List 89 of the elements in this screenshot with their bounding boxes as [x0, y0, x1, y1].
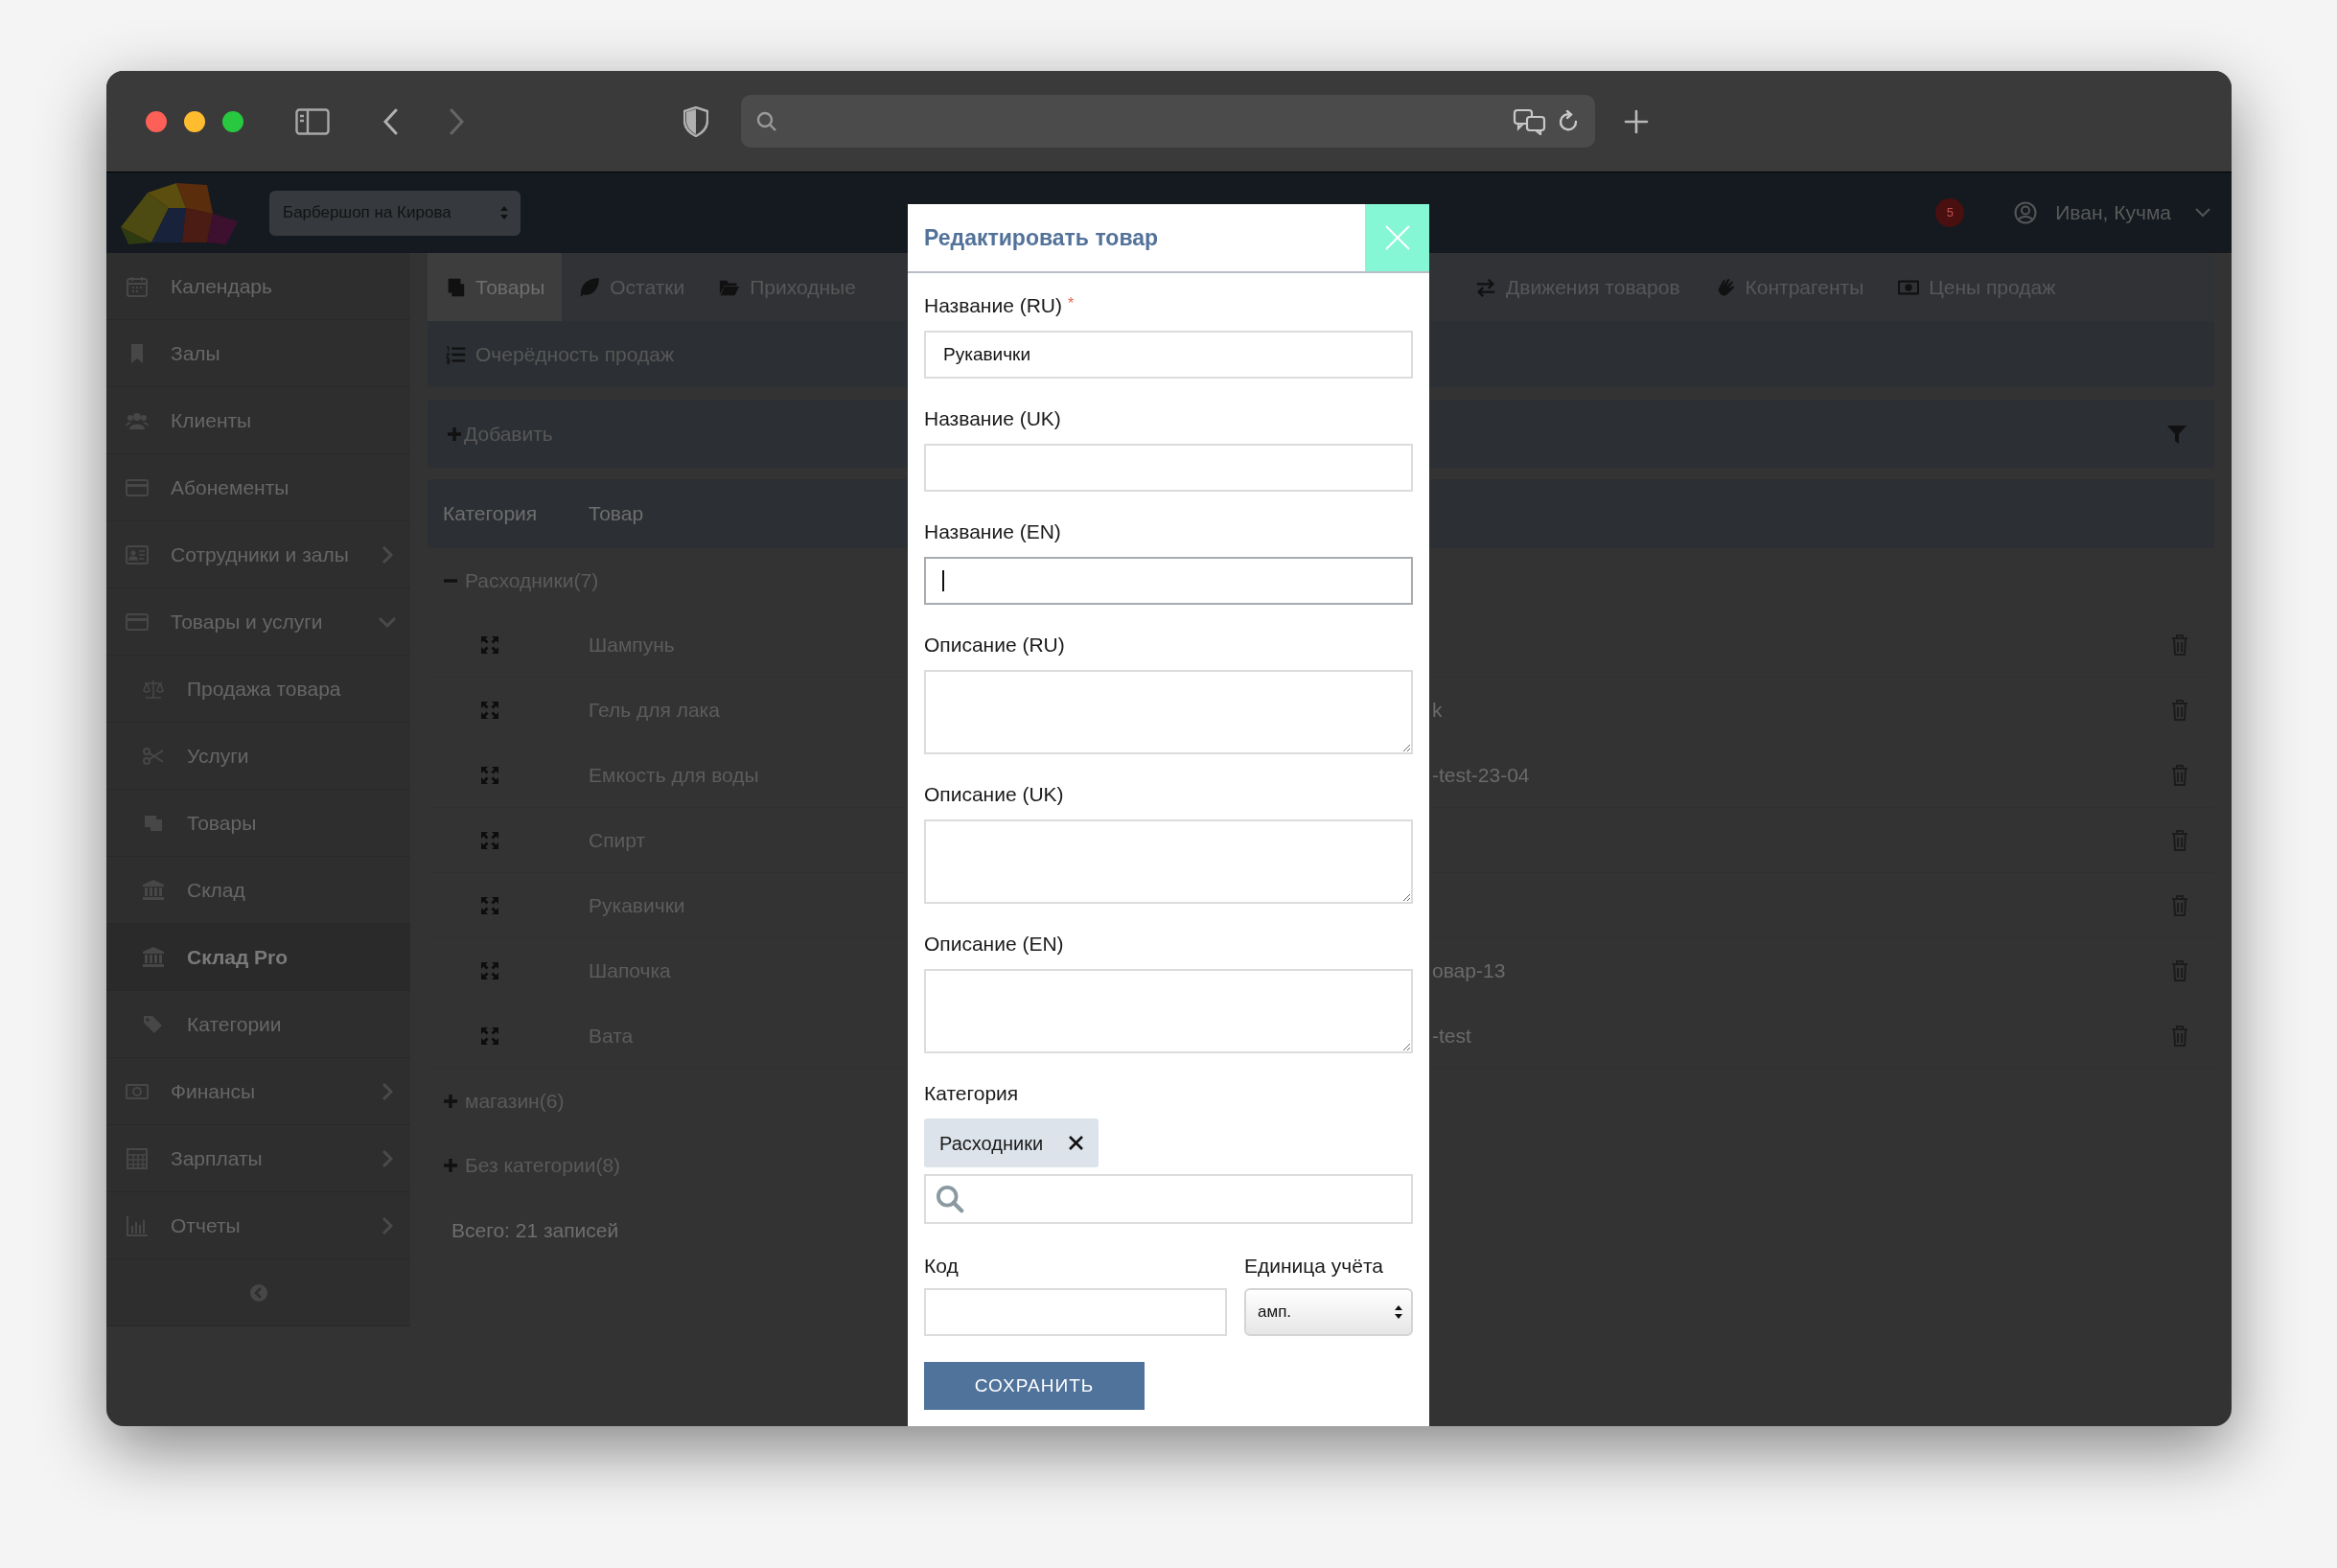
- sidebar-item[interactable]: Клиенты: [106, 387, 410, 454]
- column-header: Товар: [589, 501, 644, 527]
- sidebar-item[interactable]: Календарь: [106, 253, 410, 320]
- sidebar-item[interactable]: Товары и услуги: [106, 588, 410, 656]
- dialog-title: Редактировать товар: [923, 223, 1159, 252]
- save-button[interactable]: СОХРАНИТЬ: [924, 1362, 1145, 1410]
- maximize-window-button[interactable]: [222, 110, 243, 132]
- field-label: Название (EN): [924, 519, 1061, 545]
- close-button[interactable]: [1365, 204, 1429, 271]
- calculator-icon: [126, 1146, 149, 1170]
- field-label: Категория: [924, 1081, 1019, 1107]
- back-icon[interactable]: [382, 107, 398, 135]
- field-label: Описание (RU): [924, 633, 1065, 658]
- leaf-icon: [579, 276, 601, 298]
- sidebar-item[interactable]: Зарплаты: [106, 1125, 410, 1192]
- plus-icon: [447, 426, 462, 442]
- sidebar-item[interactable]: Сотрудники и залы: [106, 521, 410, 588]
- sidebar-item[interactable]: Услуги: [106, 723, 410, 790]
- text-area[interactable]: [924, 969, 1413, 1053]
- move-arrows-icon[interactable]: [480, 1026, 499, 1046]
- remove-icon[interactable]: [1069, 1136, 1084, 1150]
- new-tab-icon[interactable]: [1624, 108, 1649, 134]
- chevron-circle-icon[interactable]: [248, 1282, 268, 1303]
- trash-icon[interactable]: [2170, 828, 2189, 852]
- text-area[interactable]: [924, 670, 1413, 754]
- field-label: Название (RU): [924, 293, 1062, 319]
- field-label: Единица учёта: [1244, 1254, 1385, 1278]
- minimize-window-button[interactable]: [184, 110, 205, 132]
- close-icon: [1384, 225, 1410, 250]
- sidebar-item[interactable]: Склад Pro: [106, 924, 410, 991]
- forward-icon[interactable]: [450, 107, 465, 135]
- sidebar-item[interactable]: Финансы: [106, 1058, 410, 1125]
- bank-icon: [142, 945, 165, 969]
- trash-icon[interactable]: [2170, 698, 2189, 722]
- sidebar-item[interactable]: Товары: [106, 790, 410, 857]
- unit-select[interactable]: амп.: [1244, 1288, 1413, 1336]
- plus-icon[interactable]: [443, 1093, 458, 1109]
- code-field[interactable]: [924, 1288, 1227, 1336]
- column-header: Категория: [443, 501, 539, 527]
- sidebar-item[interactable]: Продажа товара: [106, 656, 410, 723]
- trash-icon[interactable]: [2170, 1024, 2189, 1048]
- text-field[interactable]: [924, 444, 1413, 492]
- bar-chart-icon: [126, 1213, 149, 1237]
- filter-icon[interactable]: [2166, 423, 2187, 445]
- close-window-button[interactable]: [146, 110, 167, 132]
- move-arrows-icon[interactable]: [480, 895, 499, 915]
- user-avatar-icon: [2014, 201, 2038, 224]
- trash-icon[interactable]: [2170, 893, 2189, 917]
- plus-icon[interactable]: [443, 1157, 458, 1173]
- notification-badge[interactable]: 5: [1935, 198, 1965, 227]
- total-count: Всего: 21 записей: [451, 1218, 619, 1244]
- text-field[interactable]: Рукавички: [924, 331, 1413, 379]
- updown-icon: [1394, 1304, 1403, 1320]
- sidebar-item[interactable]: Залы: [106, 320, 410, 387]
- field-label: Описание (UK): [924, 782, 1064, 808]
- bank-icon: [142, 878, 165, 902]
- trash-icon[interactable]: [2170, 633, 2189, 657]
- field-label: Описание (EN): [924, 932, 1064, 957]
- text-cursor: [942, 570, 944, 591]
- user-name[interactable]: Иван, Кучма: [2055, 197, 2171, 228]
- move-arrows-icon[interactable]: [480, 960, 499, 980]
- sidebar-toggle-icon[interactable]: [295, 107, 330, 135]
- trash-icon[interactable]: [2170, 763, 2189, 787]
- search-field[interactable]: [924, 1174, 1413, 1224]
- move-arrows-icon[interactable]: [480, 634, 499, 655]
- calendar-icon: [126, 274, 149, 298]
- sidebar-item[interactable]: Отчеты: [106, 1192, 410, 1259]
- search-icon: [756, 110, 777, 132]
- id-card-icon: [126, 542, 149, 566]
- swap-arrows-icon: [1475, 276, 1496, 298]
- trash-icon[interactable]: [2170, 958, 2189, 982]
- move-arrows-icon[interactable]: [480, 830, 499, 850]
- required-mark: *: [1068, 294, 1075, 313]
- sidebar-item[interactable]: Склад: [106, 857, 410, 924]
- sidebar-item[interactable]: Категории: [106, 991, 410, 1058]
- field-label: Код: [924, 1254, 960, 1278]
- chevron-down-icon[interactable]: [2195, 208, 2210, 218]
- move-arrows-icon[interactable]: [480, 765, 499, 785]
- search-icon: [936, 1185, 964, 1213]
- field-label: Название (UK): [924, 406, 1061, 432]
- numbered-list-icon: [445, 343, 466, 365]
- move-arrows-icon[interactable]: [480, 700, 499, 720]
- text-field[interactable]: [924, 557, 1413, 605]
- updown-icon: [499, 205, 509, 220]
- speech-bubbles-icon[interactable]: [1513, 107, 1547, 135]
- text-area[interactable]: [924, 819, 1413, 904]
- sidebar-item[interactable]: Абонементы: [106, 454, 410, 521]
- tag-label: Расходники: [939, 1131, 1044, 1156]
- shield-icon[interactable]: [683, 105, 708, 137]
